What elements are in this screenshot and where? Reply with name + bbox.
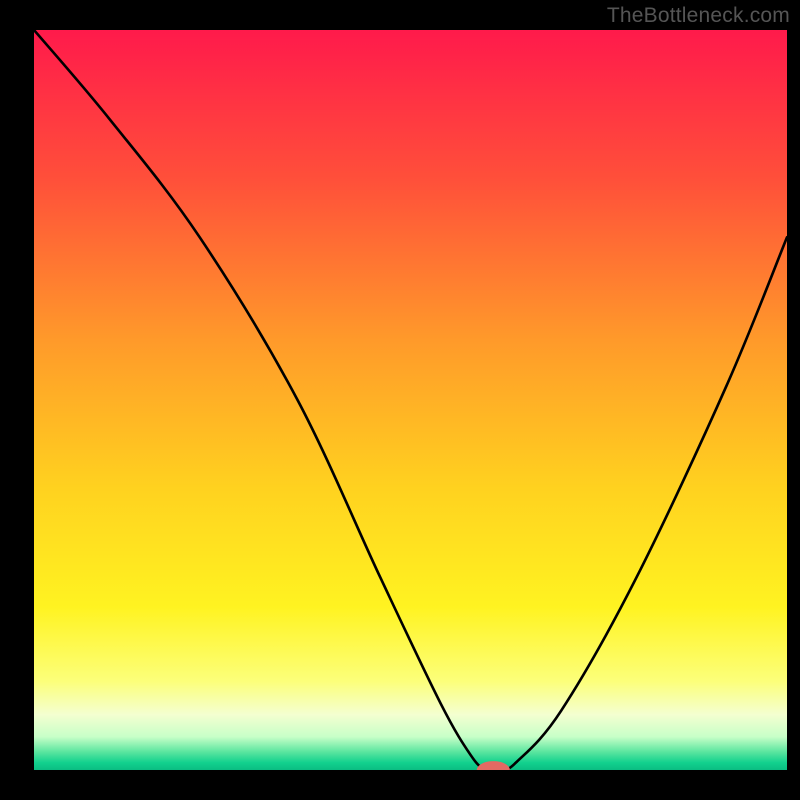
chart-svg	[34, 30, 787, 770]
watermark-text: TheBottleneck.com	[607, 4, 790, 28]
gradient-background	[34, 30, 787, 770]
plot-area	[34, 30, 787, 770]
chart-frame: TheBottleneck.com	[0, 0, 800, 800]
